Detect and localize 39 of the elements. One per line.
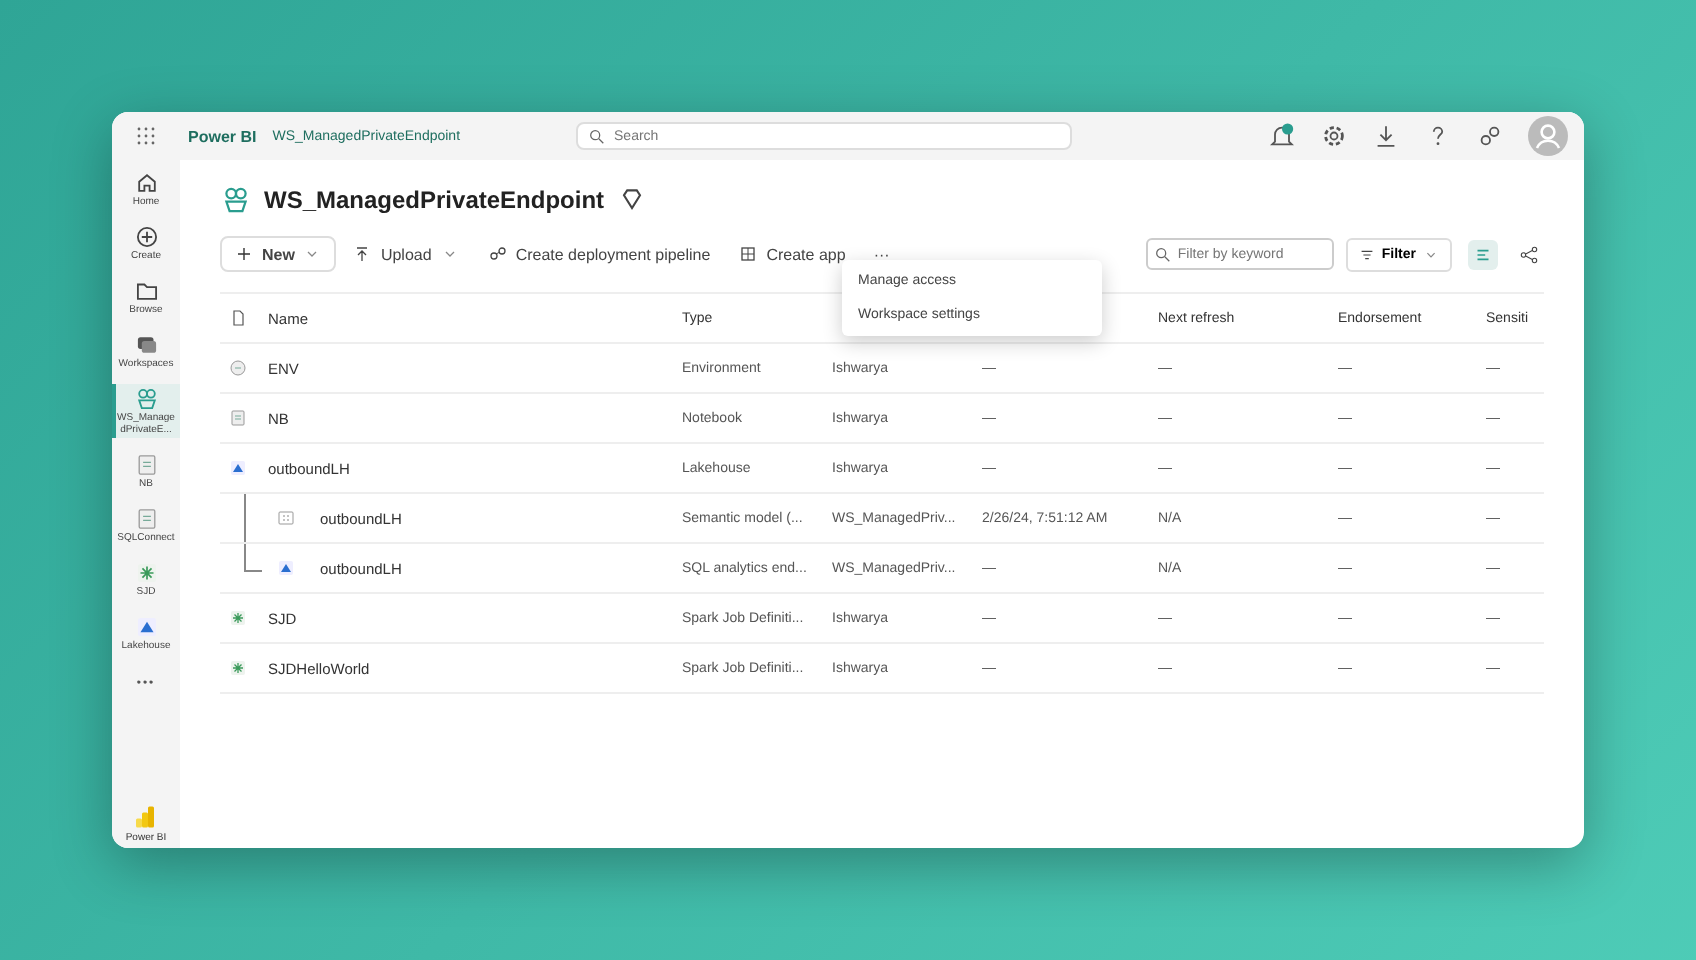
- create-pipeline-button[interactable]: Create deployment pipeline: [475, 236, 723, 272]
- search-icon: [588, 127, 607, 145]
- home-icon: [133, 170, 159, 196]
- filter-icon: [1357, 245, 1376, 263]
- app-launcher-icon: [132, 122, 160, 150]
- folder-icon: [133, 278, 159, 304]
- app-name[interactable]: Power BI: [188, 127, 257, 145]
- plus-circle-icon: [133, 224, 159, 250]
- upload-button[interactable]: Upload: [340, 236, 472, 272]
- notebook-icon: [133, 506, 159, 532]
- asterisk-icon: [133, 560, 159, 586]
- asterisk-icon: [228, 658, 248, 678]
- more-button[interactable]: ···: [861, 237, 902, 271]
- workspace-title: WS_ManagedPrivateEndpoint: [264, 186, 605, 214]
- lakehouse-icon: [228, 458, 248, 478]
- share-icon: [1476, 122, 1504, 150]
- download-icon: [1372, 122, 1400, 150]
- asterisk-icon: [228, 608, 248, 628]
- plus-icon: [234, 244, 254, 264]
- list-view-button[interactable]: [1468, 239, 1498, 269]
- new-button[interactable]: New: [220, 236, 337, 272]
- app-grid-icon: [738, 244, 759, 264]
- environment-icon: [228, 358, 248, 378]
- pipeline-icon: [487, 244, 508, 264]
- notifications-icon: [1268, 122, 1296, 150]
- lakehouse-icon: [276, 558, 296, 578]
- people-icon: [220, 184, 252, 216]
- file-icon: [228, 308, 248, 328]
- notebook-icon: [133, 452, 159, 478]
- lakehouse-icon: [133, 614, 159, 640]
- search-icon: [1153, 245, 1172, 263]
- stacked-cards-icon: [133, 332, 159, 358]
- notebook-icon: [228, 408, 248, 428]
- lineage-icon: [1518, 243, 1540, 265]
- settings-icon: [1320, 122, 1348, 150]
- upload-icon: [352, 244, 373, 264]
- people-icon: [133, 386, 159, 412]
- table-grid-icon: [276, 508, 296, 528]
- create-app-button[interactable]: Create app: [726, 236, 858, 272]
